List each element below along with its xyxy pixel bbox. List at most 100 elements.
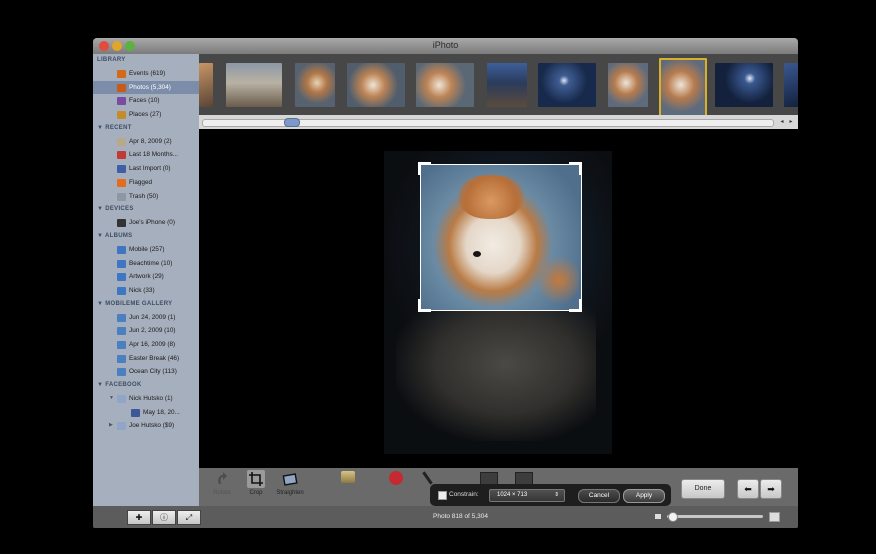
retouch-icon[interactable] xyxy=(422,471,433,485)
photo-thumbnail[interactable] xyxy=(295,63,335,107)
sidebar-section-devices[interactable]: ▼ DEVICES xyxy=(93,203,199,216)
next-photo-button[interactable]: ➡ xyxy=(760,479,782,499)
crop-label: Crop xyxy=(249,490,263,496)
scroll-thumb[interactable] xyxy=(284,118,300,127)
sidebar-item-label: Jun 2, 2009 (10) xyxy=(129,327,176,335)
left-arrow-icon: ⬅ xyxy=(744,484,752,494)
sidebar-item-devices[interactable]: Joe's iPhone (0) xyxy=(93,216,199,230)
photo-thumbnail[interactable] xyxy=(199,63,213,107)
edited-photo xyxy=(384,151,612,454)
photo-thumbnail[interactable] xyxy=(487,63,527,107)
disclosure-closed-icon[interactable]: ▶ xyxy=(109,419,113,433)
scroll-left-arrow-icon[interactable]: ◂ xyxy=(778,118,786,126)
edit-toolbar: Rotate Crop Straighten Constrain: 1024 ×… xyxy=(199,468,798,506)
photo-thumbnail[interactable] xyxy=(538,63,596,107)
done-button[interactable]: Done xyxy=(681,479,725,499)
iphone-icon xyxy=(117,219,126,228)
calendar-icon xyxy=(117,151,126,160)
photo-thumbnail[interactable] xyxy=(347,63,405,107)
faces-icon xyxy=(117,97,126,106)
red-eye-icon[interactable] xyxy=(389,471,403,485)
sidebar-item-mobileme[interactable]: Jun 2, 2009 (10) xyxy=(93,324,199,338)
sidebar-item-label: Nick Hutsko (1) xyxy=(129,395,173,403)
album-icon xyxy=(117,245,126,254)
sidebar-section-albums[interactable]: ▼ ALBUMS xyxy=(93,230,199,243)
apply-button[interactable]: Apply xyxy=(623,489,665,503)
enhance-icon[interactable] xyxy=(341,471,355,483)
rotate-tool[interactable]: Rotate xyxy=(205,470,239,496)
sidebar-section-recent[interactable]: ▼ RECENT xyxy=(93,122,199,135)
photo-thumbnail[interactable] xyxy=(416,63,474,107)
filmstrip-scrollbar[interactable]: ◂ ▸ xyxy=(199,115,798,129)
sidebar-section-library[interactable]: LIBRARY xyxy=(93,54,199,67)
sidebar-item-library[interactable]: Faces (10) xyxy=(93,94,199,108)
sidebar-item-mobileme[interactable]: Easter Break (46) xyxy=(93,352,199,366)
photo-thumbnail[interactable] xyxy=(226,63,282,107)
constrain-checkbox[interactable] xyxy=(438,491,447,500)
crop-tool[interactable]: Crop xyxy=(239,470,273,496)
previous-photo-button[interactable]: ⬅ xyxy=(737,479,759,499)
right-arrow-icon: ➡ xyxy=(767,484,775,494)
facebook-icon xyxy=(131,408,140,417)
cancel-button[interactable]: Cancel xyxy=(578,489,620,503)
sidebar-item-recent[interactable]: Flagged xyxy=(93,176,199,190)
crop-handle-bottom-right[interactable] xyxy=(569,299,582,312)
constrain-size-select[interactable]: 1024 × 713 ⇕ xyxy=(489,489,565,502)
photo-thumbnail[interactable] xyxy=(784,63,798,107)
disclosure-open-icon[interactable]: ▼ xyxy=(109,392,114,406)
straighten-label: Straighten xyxy=(276,490,304,496)
info-icon: ⓘ xyxy=(160,513,168,522)
sidebar-item-library[interactable]: Photos (5,304) xyxy=(93,80,199,95)
sidebar-item-library[interactable]: Places (27) xyxy=(93,108,199,122)
add-button[interactable]: ✚ xyxy=(127,510,151,525)
sidebar-item-label: Last 18 Months... xyxy=(129,151,179,159)
album-icon xyxy=(117,259,126,268)
photo-editing-canvas[interactable] xyxy=(199,129,798,468)
photo-browser-filmstrip xyxy=(199,54,798,115)
trash-icon xyxy=(117,192,126,201)
crop-handle-bottom-left[interactable] xyxy=(418,299,431,312)
large-size-icon xyxy=(769,512,780,522)
photo-thumbnail-selected[interactable] xyxy=(659,58,707,115)
sidebar-item-facebook[interactable]: ▼ Nick Hutsko (1) xyxy=(93,392,199,406)
slider-knob[interactable] xyxy=(668,512,678,522)
crop-options-bar: Constrain: 1024 × 713 ⇕ Cancel Apply xyxy=(430,484,671,506)
photo-thumbnail[interactable] xyxy=(715,63,773,107)
sidebar-item-recent[interactable]: Last Import (0) xyxy=(93,162,199,176)
photos-icon xyxy=(117,83,126,92)
done-label: Done xyxy=(694,485,712,492)
sidebar-item-facebook[interactable]: May 18, 20... xyxy=(93,406,199,420)
crop-selection[interactable] xyxy=(420,164,582,311)
sidebar-section-facebook[interactable]: ▼ FACEBOOK xyxy=(93,379,199,392)
sidebar-item-mobileme[interactable]: Ocean City (113) xyxy=(93,365,199,379)
straighten-tool[interactable]: Straighten xyxy=(273,470,307,496)
gallery-icon xyxy=(117,327,126,336)
sidebar-item-label: Photos (5,304) xyxy=(129,83,171,91)
sidebar-item-library[interactable]: Events (619) xyxy=(93,67,199,81)
bottom-status-bar: ✚ ⓘ ⤢ Photo 818 of 5,304 xyxy=(93,506,798,528)
sidebar-section-mobileme[interactable]: ▼ MOBILEME GALLERY xyxy=(93,298,199,311)
crop-handle-top-left[interactable] xyxy=(418,162,431,175)
album-icon xyxy=(117,273,126,282)
sidebar-item-recent[interactable]: Last 18 Months... xyxy=(93,148,199,162)
sidebar-item-recent[interactable]: Apr 8, 2009 (2) xyxy=(93,135,199,149)
info-button[interactable]: ⓘ xyxy=(152,510,176,525)
sidebar-item-facebook[interactable]: ▶ Joe Hutsko ($9) xyxy=(93,419,199,433)
sidebar-item-label: Events (619) xyxy=(129,70,166,77)
sidebar-item-recent[interactable]: Trash (50) xyxy=(93,190,199,204)
sidebar-item-albums[interactable]: Mobile (257) xyxy=(93,243,199,257)
scroll-right-arrow-icon[interactable]: ▸ xyxy=(787,118,795,126)
photo-thumbnail[interactable] xyxy=(608,63,648,107)
crop-handle-top-right[interactable] xyxy=(569,162,582,175)
sidebar-item-label: Trash (50) xyxy=(129,192,159,200)
full-screen-button[interactable]: ⤢ xyxy=(177,510,201,525)
places-icon xyxy=(117,111,126,120)
sidebar-item-albums[interactable]: Nick (33) xyxy=(93,284,199,298)
sidebar-item-albums[interactable]: Beachtime (10) xyxy=(93,257,199,271)
sidebar-item-mobileme[interactable]: Apr 16, 2009 (8) xyxy=(93,338,199,352)
title-bar[interactable]: iPhoto xyxy=(93,38,798,54)
sidebar-item-albums[interactable]: Artwork (29) xyxy=(93,270,199,284)
rotate-icon xyxy=(213,470,231,488)
thumbnail-size-slider[interactable] xyxy=(667,515,763,518)
sidebar-item-mobileme[interactable]: Jun 24, 2009 (1) xyxy=(93,311,199,325)
